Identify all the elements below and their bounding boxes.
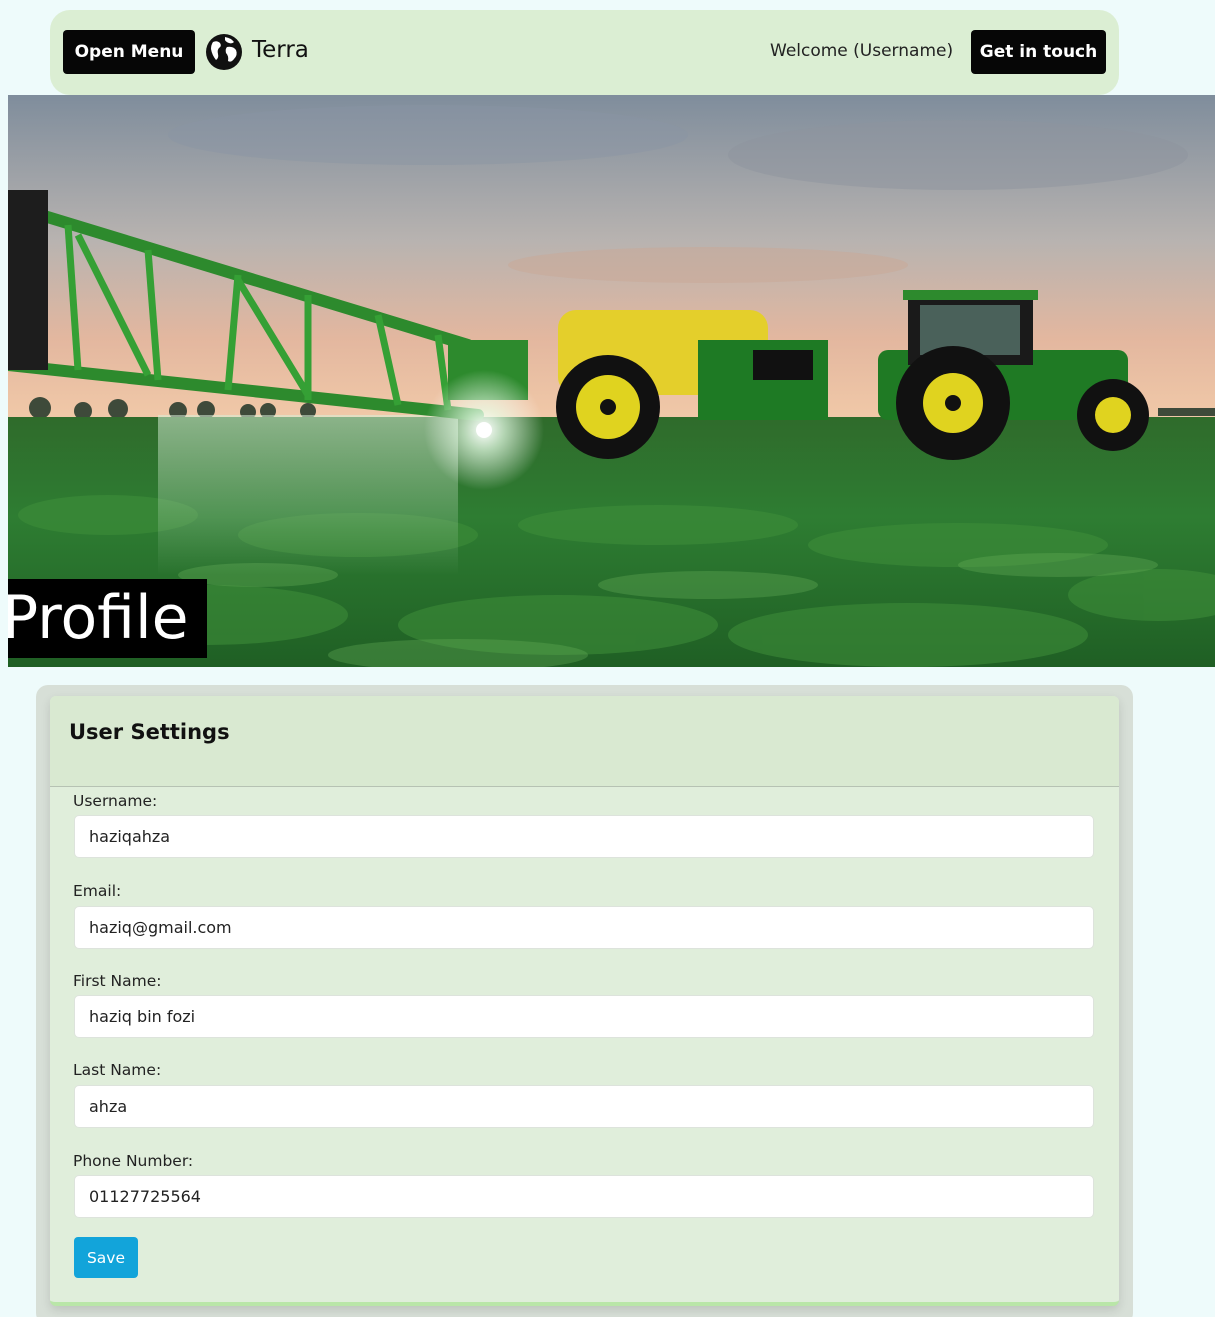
- last-name-input[interactable]: [74, 1085, 1094, 1128]
- brand-name[interactable]: Terra: [252, 37, 309, 63]
- page-title: Profile: [8, 579, 207, 658]
- top-navbar: Open Menu Terra Welcome (Username) Get i…: [50, 10, 1119, 95]
- last-name-label: Last Name:: [73, 1061, 162, 1079]
- email-input[interactable]: [74, 906, 1094, 949]
- card-header: User Settings: [50, 696, 1119, 787]
- phone-number-label: Phone Number:: [73, 1152, 194, 1170]
- welcome-text: Welcome (Username): [770, 41, 954, 61]
- open-menu-button[interactable]: Open Menu: [63, 30, 195, 74]
- save-button[interactable]: Save: [74, 1237, 138, 1278]
- hero-banner: Profile: [8, 95, 1215, 667]
- email-label: Email:: [73, 882, 122, 900]
- phone-number-input[interactable]: [74, 1175, 1094, 1218]
- username-label: Username:: [73, 792, 158, 810]
- globe-icon: [206, 34, 242, 70]
- card-title: User Settings: [69, 720, 230, 744]
- first-name-input[interactable]: [74, 995, 1094, 1038]
- username-input[interactable]: [74, 815, 1094, 858]
- get-in-touch-button[interactable]: Get in touch: [971, 30, 1106, 74]
- user-settings-card: User Settings Username: Email: First Nam…: [50, 696, 1119, 1306]
- first-name-label: First Name:: [73, 972, 162, 990]
